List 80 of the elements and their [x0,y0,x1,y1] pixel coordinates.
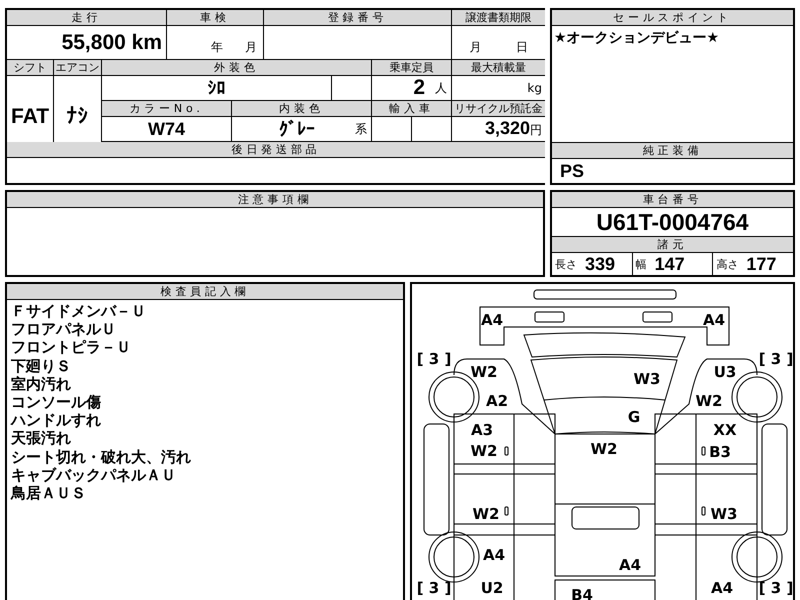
inspection-note: 下廻りＳ [11,356,72,375]
inspection-note: キャブバックパネルＡＵ [11,466,177,484]
column-header: 最大積載量 [452,60,545,75]
damage-code: A4 [618,556,642,574]
column-header: 輸入車 [372,101,451,116]
color-number-value: W74 [148,118,185,140]
damage-code: W3 [634,370,660,388]
column-header: カラーNo. [102,101,231,116]
damage-code: B3 [709,443,731,461]
column-header: 走行 [7,10,166,25]
spec-label: 高さ [716,256,738,272]
inspection-note: 天張汚れ [11,429,72,448]
damage-code: W2 [470,363,498,381]
column-header: 諸元 [552,237,793,252]
column-header: 検査員記入欄 [7,284,403,300]
damage-code: B4 [571,586,593,600]
inspection-note: 室内汚れ [11,374,72,394]
column-header: シフト [7,60,53,75]
air-conditioner-value: ﾅｼ [66,104,88,128]
damage-code: A4 [482,546,506,564]
damage-code: W2 [590,440,618,458]
exterior-color-value: ｼﾛ [208,78,226,98]
month-label: 月 [469,39,482,56]
year-label: 年 [211,39,223,56]
damage-code: G [628,408,640,426]
column-header: 譲渡書類期限 [452,10,545,25]
spec-value: 339 [585,254,616,274]
unit-label: 円 [530,122,542,139]
inspection-note: シート切れ・破れ大、汚れ [11,448,192,466]
damage-code: U3 [714,363,736,381]
column-header: リサイクル預託金 [452,101,545,116]
inspection-note: フロアパネルＵ [11,320,117,338]
sales-point-text: ★オークションデビュー★ [554,29,720,47]
column-header: 外装色 [102,60,371,75]
damage-code: A4 [480,311,504,329]
chassis-number: U61T-0004764 [596,208,749,236]
column-header: 車検 [167,10,263,25]
inspection-note: Ｆサイドメンバ－Ｕ [11,302,147,320]
damage-code: W2 [696,392,722,410]
damage-code: W3 [710,505,738,523]
shift-value: FAT [10,104,50,128]
inspection-note: フロントピラ－Ｕ [11,338,132,357]
column-header: セールスポイント [552,10,793,25]
capacity-value: 2 [413,76,425,100]
column-header: 注意事項欄 [7,192,543,207]
recycling-deposit-value: 3,320 [484,118,530,139]
damage-code: XX [713,421,737,439]
month-label: 月 [245,39,257,56]
column-header: 乗車定員 [372,60,451,75]
unit-label: kg [527,81,542,95]
damage-code: A4 [702,311,726,329]
spec-label: 幅 [636,256,647,272]
day-label: 日 [516,39,528,56]
suffix-label: 系 [355,120,367,138]
inspection-note: コンソール傷 [11,393,102,412]
tire-rating: [ 3 ] [758,579,793,597]
mileage-value: 55,800 km [62,30,162,54]
column-header: エアコン [54,60,101,75]
inspection-note: ハンドルすれ [11,411,102,430]
unit-label: 人 [435,80,447,96]
inspection-note: 鳥居ＡＵＳ [11,484,87,502]
damage-code: W2 [470,442,498,460]
damage-code: A4 [710,579,734,597]
spec-label: 長さ [555,256,577,272]
column-header: 登録番号 [264,10,451,25]
damage-code: U2 [480,579,504,597]
interior-color-value: ｸﾞﾚｰ [279,118,315,140]
damage-code: W2 [472,505,500,523]
column-header: 車台番号 [552,192,793,207]
spec-value: 147 [654,254,685,274]
column-header: 後日発送部品 [7,142,545,157]
tire-rating: [ 3 ] [416,350,452,368]
spec-value: 177 [746,254,776,274]
tire-rating: [ 3 ] [416,579,452,597]
column-header: 純正装備 [552,143,793,158]
damage-code: A2 [486,392,508,410]
tire-rating: [ 3 ] [758,350,793,368]
damage-code: A3 [470,421,494,439]
column-header: 内装色 [232,101,371,116]
equipment-value: PS [560,160,584,182]
